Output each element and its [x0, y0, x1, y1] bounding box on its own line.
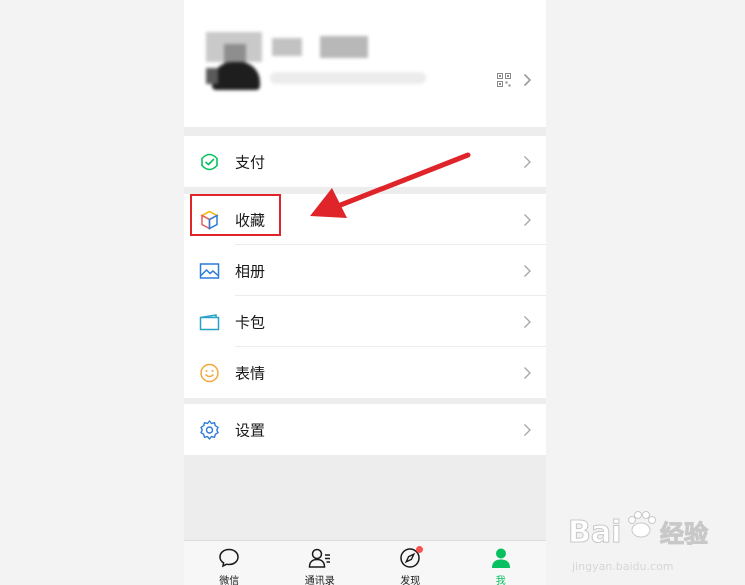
contacts-icon [308, 548, 330, 568]
highlight-box [190, 194, 281, 236]
watermark: Bai 经验 jingyan.baidu.com [568, 500, 718, 580]
menu-item-stickers[interactable]: 表情 [184, 347, 546, 398]
profile-name-blurred [272, 36, 368, 58]
menu-item-label: 支付 [235, 153, 266, 171]
tab-contacts[interactable]: 通讯录 [275, 541, 366, 585]
menu-item-label: 相册 [235, 262, 266, 280]
menu-item-label: 表情 [235, 364, 266, 382]
profile-header[interactable] [184, 0, 546, 127]
gear-icon [200, 419, 219, 440]
pointer-arrow [310, 152, 471, 218]
smile-icon [200, 363, 219, 382]
tab-chats[interactable]: 微信 [184, 541, 275, 585]
person-icon [491, 548, 510, 568]
chevron-right-icon [524, 366, 531, 379]
chevron-right-icon [524, 315, 531, 328]
chat-icon [219, 548, 240, 568]
phone-screen: 支付 收藏 相册 卡包 表情 设置 微信 通讯录 发现 我 [184, 0, 546, 585]
chevron-right-icon [524, 155, 531, 168]
avatar[interactable] [206, 32, 262, 90]
menu-item-settings[interactable]: 设置 [184, 404, 546, 455]
menu-item-label: 设置 [235, 421, 266, 439]
tab-label: 通讯录 [304, 576, 335, 585]
svg-text:Bai: Bai [568, 515, 621, 550]
menu-item-label: 卡包 [235, 313, 266, 331]
qr-code-icon[interactable] [497, 73, 511, 87]
menu-item-album[interactable]: 相册 [184, 245, 546, 296]
chevron-right-icon [524, 213, 531, 226]
chevron-right-icon [524, 264, 531, 277]
card-icon [199, 313, 220, 330]
chevron-right-icon [524, 423, 531, 436]
tab-label: 发现 [400, 576, 421, 585]
tab-discover[interactable]: 发现 [365, 541, 456, 585]
baidu-paw-logo: Bai 经验 [568, 511, 709, 551]
tab-me[interactable]: 我 [456, 541, 547, 585]
watermark-url: jingyan.baidu.com [572, 560, 674, 573]
new-badge-dot [416, 546, 423, 553]
bottom-tab-bar: 微信 通讯录 发现 我 [184, 540, 546, 585]
tab-label: 我 [495, 576, 506, 585]
tab-label: 微信 [219, 576, 240, 585]
menu-item-card-wallet[interactable]: 卡包 [184, 296, 546, 347]
svg-text:经验: 经验 [660, 520, 708, 548]
wallet-icon [201, 153, 218, 170]
chevron-right-icon [523, 73, 532, 87]
profile-id-blurred [270, 68, 426, 88]
image-icon [199, 262, 220, 279]
section-settings: 设置 [184, 404, 546, 455]
